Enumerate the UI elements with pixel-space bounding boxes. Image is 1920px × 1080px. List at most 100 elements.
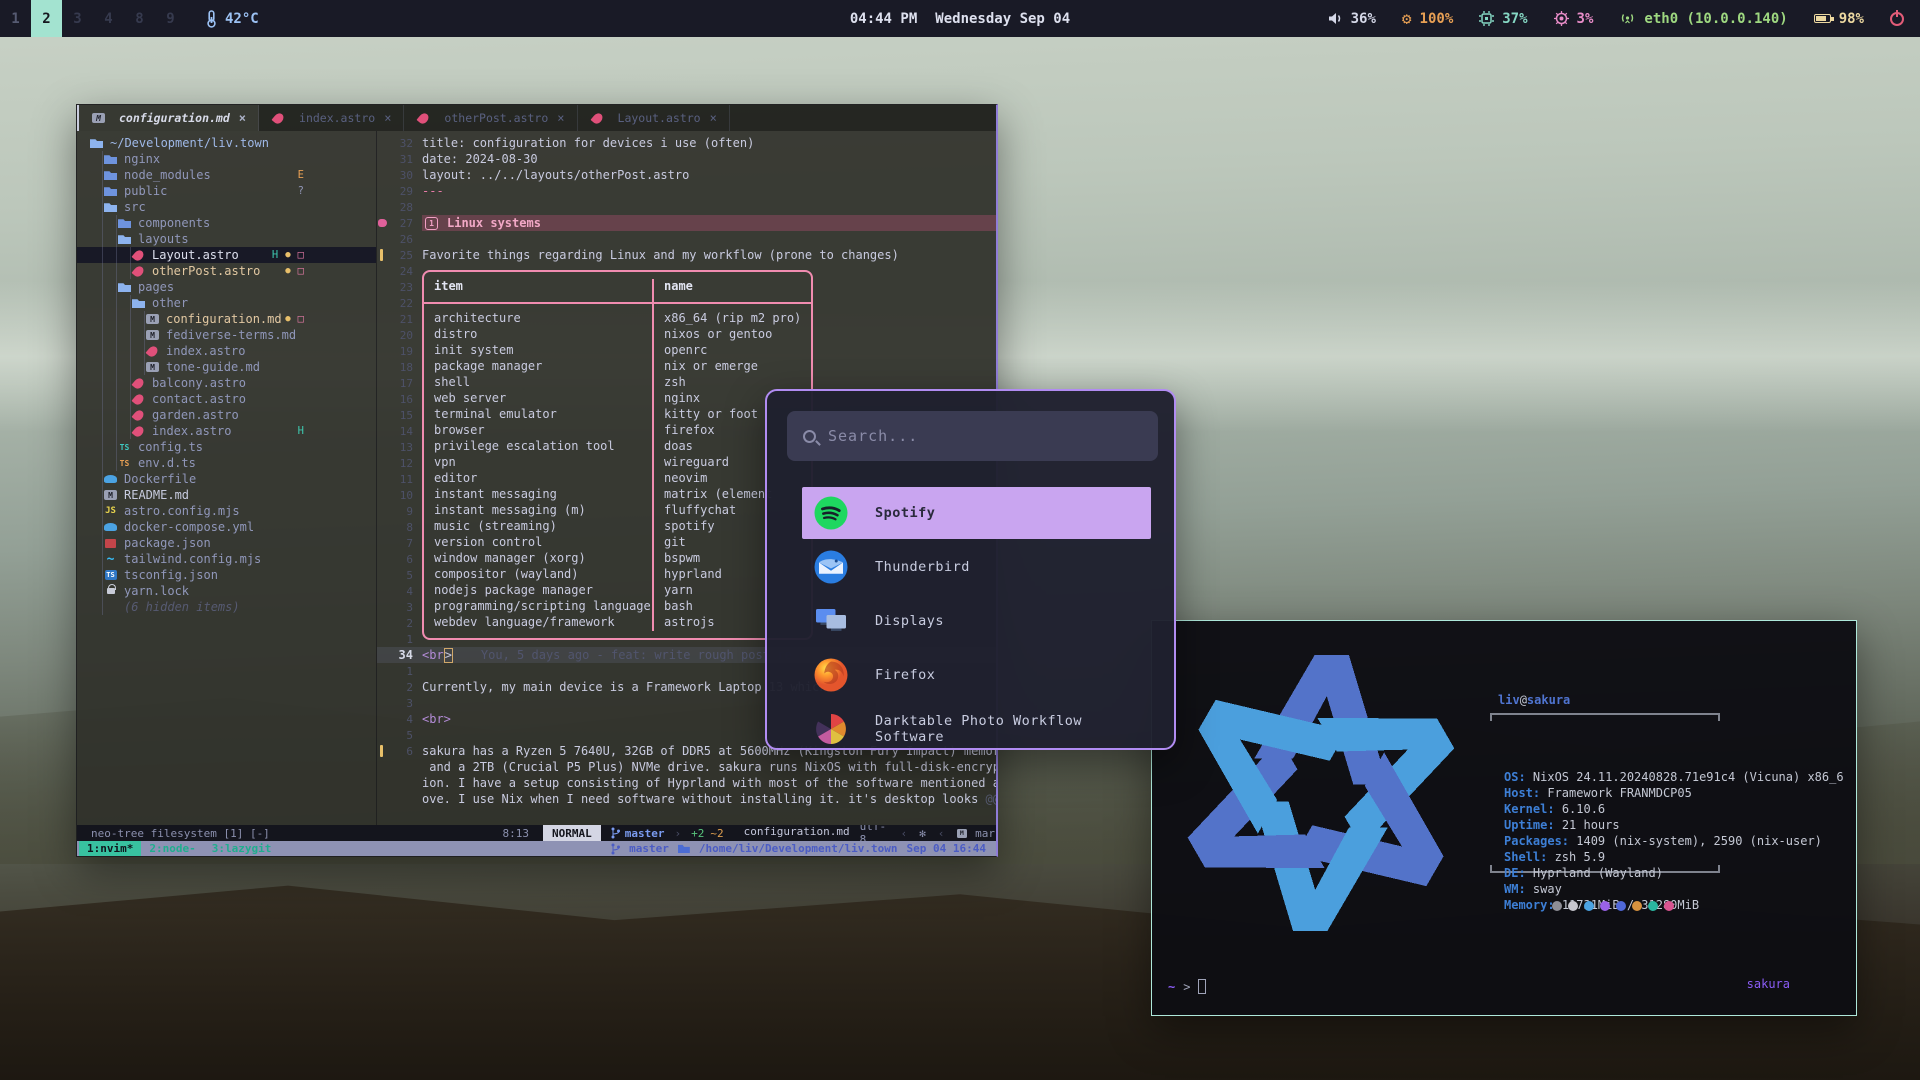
tree-indent: [89, 279, 117, 295]
tree-item-label: tailwind.config.mjs: [124, 552, 261, 566]
workspace-button[interactable]: 4: [93, 0, 124, 37]
tree-item[interactable]: nginx: [77, 151, 376, 167]
tree-indent: [89, 167, 103, 183]
statusline-right-section: utf-8 ‹ ✻ ‹ M markdown 80% 34:4: [860, 825, 996, 841]
git-branch-name: master: [625, 827, 665, 840]
tree-item-label: components: [138, 216, 210, 230]
buffer-tabbar: configuration.md × index.astro × otherPo…: [77, 105, 996, 131]
tree-item[interactable]: fediverse-terms.md: [77, 327, 376, 343]
file-icon: [117, 216, 132, 230]
volume-module[interactable]: 36%: [1328, 11, 1376, 27]
launcher-item[interactable]: Spotify: [802, 487, 1151, 539]
gpu-module[interactable]: 3%: [1554, 11, 1594, 27]
network-module[interactable]: eth0 (10.0.0.140): [1619, 11, 1787, 27]
tree-item[interactable]: configuration.md ●□: [77, 311, 376, 327]
tmux-window[interactable]: 1:nvim*: [79, 841, 141, 856]
tree-item[interactable]: components: [77, 215, 376, 231]
power-module[interactable]: [1890, 12, 1904, 26]
file-icon: [103, 472, 118, 486]
buffer-tab[interactable]: configuration.md ×: [77, 105, 259, 131]
tree-item[interactable]: src: [77, 199, 376, 215]
fetch-field-value: Hyprland (Wayland): [1533, 866, 1663, 880]
tree-item[interactable]: Dockerfile: [77, 471, 376, 487]
launcher-item[interactable]: Firefox: [802, 649, 1151, 701]
palette-dot: [1552, 901, 1562, 911]
network-value: eth0 (10.0.0.140): [1644, 11, 1787, 27]
tree-item[interactable]: other: [77, 295, 376, 311]
filetype-icon: [91, 111, 106, 125]
tree-item[interactable]: tailwind.config.mjs: [77, 551, 376, 567]
file-icon: [131, 392, 146, 406]
file-icon: [103, 520, 118, 534]
tree-item[interactable]: garden.astro: [77, 407, 376, 423]
workspace-button[interactable]: 1: [0, 0, 31, 37]
close-icon[interactable]: ×: [239, 111, 246, 125]
tmux-window[interactable]: 3:lazygit: [204, 841, 280, 856]
brightness-module[interactable]: ⚙ 100%: [1402, 11, 1453, 27]
shell-prompt[interactable]: ~ >: [1168, 979, 1206, 994]
tree-item-label: index.astro: [152, 424, 231, 438]
launcher-search[interactable]: Search...: [787, 411, 1158, 461]
tree-item[interactable]: tsconfig.json: [77, 567, 376, 583]
tree-item[interactable]: balcony.astro: [77, 375, 376, 391]
buffer-tab[interactable]: Layout.astro ×: [578, 105, 730, 131]
launcher-item[interactable]: Thunderbird: [802, 541, 1151, 593]
tree-item-label: public: [124, 184, 167, 198]
tree-item[interactable]: env.d.ts: [77, 455, 376, 471]
buffer-tab[interactable]: otherPost.astro ×: [404, 105, 577, 131]
fetch-field: Packages: 1409 (nix-system), 2590 (nix-u…: [1504, 833, 1844, 849]
tree-item[interactable]: ~/Development/liv.town: [77, 135, 376, 151]
tree-indent: [89, 359, 145, 375]
workspace-button[interactable]: 9: [155, 0, 186, 37]
launcher-item[interactable]: Darktable Photo Workflow Software: [802, 703, 1151, 750]
tree-item[interactable]: otherPost.astro ●□: [77, 263, 376, 279]
tmux-window[interactable]: 2:node-: [141, 841, 203, 856]
workspace-button[interactable]: 2: [31, 0, 62, 37]
tree-item-label: yarn.lock: [124, 584, 189, 598]
tree-indent: [89, 551, 103, 567]
editor-line: 19init systemopenrc: [377, 343, 996, 359]
tree-indent: [89, 183, 103, 199]
clock-date: Wednesday Sep 04: [935, 11, 1070, 27]
tree-item[interactable]: pages: [77, 279, 376, 295]
tree-item[interactable]: tone-guide.md: [77, 359, 376, 375]
mode-indicator: NORMAL: [543, 825, 601, 841]
tree-indent: [89, 343, 145, 359]
tree-item[interactable]: docker-compose.yml: [77, 519, 376, 535]
tree-item-label: ~/Development/liv.town: [110, 136, 269, 150]
search-placeholder: Search...: [828, 427, 918, 445]
tree-item[interactable]: package.json: [77, 535, 376, 551]
fetch-field: Kernel: 6.10.6: [1504, 801, 1844, 817]
tree-item[interactable]: astro.config.mjs: [77, 503, 376, 519]
workspace-button[interactable]: 8: [124, 0, 155, 37]
tree-indent: [89, 583, 103, 599]
prompt-symbol: >: [1183, 980, 1190, 994]
launcher-item[interactable]: Displays: [802, 595, 1151, 647]
tree-item[interactable]: README.md: [77, 487, 376, 503]
tree-item[interactable]: Layout.astro H●□: [77, 247, 376, 263]
workspace-switcher: 123489: [0, 0, 186, 37]
file-icon: [117, 232, 132, 246]
tree-item[interactable]: public ?: [77, 183, 376, 199]
buffer-tab[interactable]: index.astro ×: [259, 105, 404, 131]
tree-item[interactable]: config.ts: [77, 439, 376, 455]
tree-indent: [89, 519, 103, 535]
tree-item[interactable]: yarn.lock: [77, 583, 376, 599]
file-icon: [103, 152, 118, 166]
tree-item[interactable]: contact.astro: [77, 391, 376, 407]
close-icon[interactable]: ×: [557, 111, 564, 125]
close-icon[interactable]: ×: [384, 111, 391, 125]
tree-item[interactable]: index.astro: [77, 343, 376, 359]
power-icon: [1890, 12, 1904, 26]
editor-line: 29---: [377, 183, 996, 199]
tree-item[interactable]: index.astro H: [77, 423, 376, 439]
workspace-button[interactable]: 3: [62, 0, 93, 37]
battery-module[interactable]: 98%: [1814, 11, 1864, 27]
git-branch-icon: [611, 827, 620, 839]
tree-item[interactable]: (6 hidden items): [77, 599, 376, 615]
launcher-item-label: Spotify: [875, 505, 935, 521]
tree-item[interactable]: layouts: [77, 231, 376, 247]
tree-item[interactable]: node_modules E: [77, 167, 376, 183]
cpu-module[interactable]: 37%: [1479, 11, 1527, 27]
close-icon[interactable]: ×: [710, 111, 717, 125]
